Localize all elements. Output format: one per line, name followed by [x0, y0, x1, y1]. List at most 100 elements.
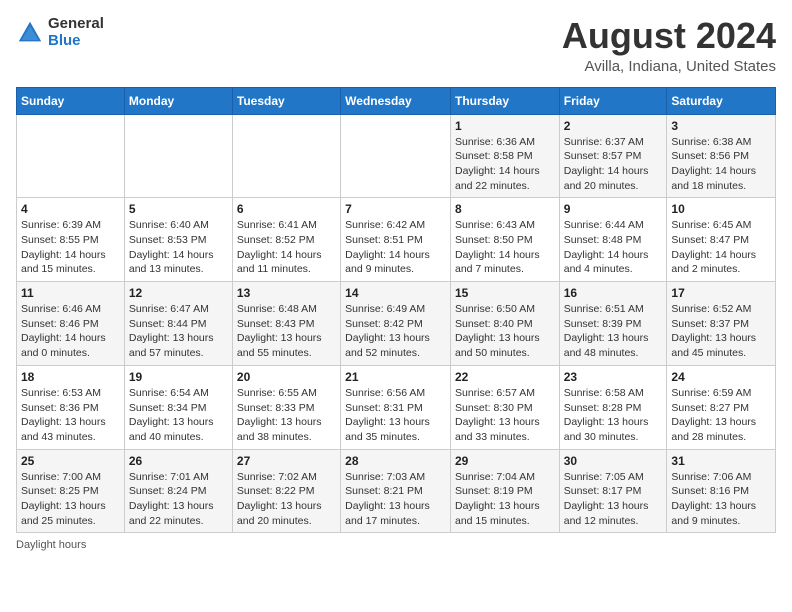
- day-cell: 26Sunrise: 7:01 AMSunset: 8:24 PMDayligh…: [124, 449, 232, 533]
- day-cell: 14Sunrise: 6:49 AMSunset: 8:42 PMDayligh…: [341, 282, 451, 366]
- day-info: Sunrise: 6:57 AMSunset: 8:30 PMDaylight:…: [455, 386, 555, 445]
- day-info: Sunrise: 6:54 AMSunset: 8:34 PMDaylight:…: [129, 386, 228, 445]
- day-cell: 16 Sunrise: 6:51 AMSunset: 8:39 PMDayligh…: [559, 282, 667, 366]
- footer: Daylight hours: [16, 539, 776, 551]
- day-info: Sunrise: 6:36 AMSunset: 8:58 PMDaylight:…: [455, 135, 555, 194]
- day-cell: 5Sunrise: 6:40 AMSunset: 8:53 PMDaylight…: [124, 198, 232, 282]
- day-info: Sunrise: 7:04 AMSunset: 8:19 PMDaylight:…: [455, 470, 555, 529]
- day-number: 23: [564, 370, 663, 384]
- title-block: August 2024 Avilla, Indiana, United Stat…: [562, 16, 776, 75]
- day-cell: [124, 114, 232, 198]
- header-wednesday: Wednesday: [341, 87, 451, 114]
- day-cell: 31 Sunrise: 7:06 AMSunset: 8:16 PMDayligh…: [667, 449, 776, 533]
- header-saturday: Saturday: [667, 87, 776, 114]
- day-number: 26: [129, 454, 228, 468]
- day-number: 4: [21, 202, 120, 216]
- main-title: August 2024: [562, 16, 776, 56]
- day-number: 9: [564, 202, 663, 216]
- day-info: Sunrise: 6:43 AMSunset: 8:50 PMDaylight:…: [455, 218, 555, 277]
- day-cell: 29Sunrise: 7:04 AMSunset: 8:19 PMDayligh…: [450, 449, 559, 533]
- day-number: 8: [455, 202, 555, 216]
- day-number: 21: [345, 370, 446, 384]
- day-info: Sunrise: 6:58 AMSunset: 8:28 PMDaylight:…: [564, 386, 663, 445]
- day-cell: 19 Sunrise: 6:54 AMSunset: 8:34 PMDayligh…: [124, 365, 232, 449]
- day-cell: 18Sunrise: 6:53 AMSunset: 8:36 PMDayligh…: [17, 365, 125, 449]
- header-monday: Monday: [124, 87, 232, 114]
- day-number: 7: [345, 202, 446, 216]
- logo: General Blue: [16, 16, 104, 49]
- calendar-header-row: SundayMondayTuesdayWednesdayThursdayFrid…: [17, 87, 776, 114]
- logo-blue: Blue: [48, 33, 104, 50]
- day-cell: 24 Sunrise: 6:59 AMSunset: 8:27 PMDayligh…: [667, 365, 776, 449]
- day-number: 3: [671, 119, 771, 133]
- day-info: Sunrise: 7:05 AMSunset: 8:17 PMDaylight:…: [564, 470, 663, 529]
- day-number: 17: [671, 286, 771, 300]
- day-info: Sunrise: 6:37 AMSunset: 8:57 PMDaylight:…: [564, 135, 663, 194]
- calendar-table: SundayMondayTuesdayWednesdayThursdayFrid…: [16, 87, 776, 534]
- day-cell: 10 Sunrise: 6:45 AMSunset: 8:47 PMDayligh…: [667, 198, 776, 282]
- day-info: Sunrise: 6:59 AMSunset: 8:27 PMDaylight:…: [671, 386, 771, 445]
- day-cell: 11Sunrise: 6:46 AMSunset: 8:46 PMDayligh…: [17, 282, 125, 366]
- day-info: Sunrise: 6:38 AMSunset: 8:56 PMDaylight:…: [671, 135, 771, 194]
- week-row-3: 11Sunrise: 6:46 AMSunset: 8:46 PMDayligh…: [17, 282, 776, 366]
- day-cell: 23 Sunrise: 6:58 AMSunset: 8:28 PMDayligh…: [559, 365, 667, 449]
- header-thursday: Thursday: [450, 87, 559, 114]
- day-info: Sunrise: 6:48 AMSunset: 8:43 PMDaylight:…: [237, 302, 336, 361]
- day-cell: 30 Sunrise: 7:05 AMSunset: 8:17 PMDayligh…: [559, 449, 667, 533]
- day-number: 1: [455, 119, 555, 133]
- week-row-5: 25 Sunrise: 7:00 AMSunset: 8:25 PMDayligh…: [17, 449, 776, 533]
- day-cell: 3 Sunrise: 6:38 AMSunset: 8:56 PMDaylight…: [667, 114, 776, 198]
- header-friday: Friday: [559, 87, 667, 114]
- header-tuesday: Tuesday: [232, 87, 340, 114]
- day-number: 28: [345, 454, 446, 468]
- day-cell: 20Sunrise: 6:55 AMSunset: 8:33 PMDayligh…: [232, 365, 340, 449]
- day-cell: 15Sunrise: 6:50 AMSunset: 8:40 PMDayligh…: [450, 282, 559, 366]
- day-cell: 7 Sunrise: 6:42 AMSunset: 8:51 PMDaylight…: [341, 198, 451, 282]
- day-cell: [17, 114, 125, 198]
- day-cell: 2Sunrise: 6:37 AMSunset: 8:57 PMDaylight…: [559, 114, 667, 198]
- day-info: Sunrise: 6:49 AMSunset: 8:42 PMDaylight:…: [345, 302, 446, 361]
- day-number: 25: [21, 454, 120, 468]
- day-info: Sunrise: 6:50 AMSunset: 8:40 PMDaylight:…: [455, 302, 555, 361]
- day-cell: 1 Sunrise: 6:36 AMSunset: 8:58 PMDaylight…: [450, 114, 559, 198]
- page-header: General Blue August 2024 Avilla, Indiana…: [16, 16, 776, 75]
- day-info: Sunrise: 6:45 AMSunset: 8:47 PMDaylight:…: [671, 218, 771, 277]
- day-number: 27: [237, 454, 336, 468]
- logo-icon: [16, 19, 44, 47]
- day-cell: 12 Sunrise: 6:47 AMSunset: 8:44 PMDayligh…: [124, 282, 232, 366]
- day-number: 12: [129, 286, 228, 300]
- day-info: Sunrise: 6:51 AMSunset: 8:39 PMDaylight:…: [564, 302, 663, 361]
- day-cell: 8 Sunrise: 6:43 AMSunset: 8:50 PMDaylight…: [450, 198, 559, 282]
- day-number: 20: [237, 370, 336, 384]
- day-info: Sunrise: 7:02 AMSunset: 8:22 PMDaylight:…: [237, 470, 336, 529]
- week-row-4: 18Sunrise: 6:53 AMSunset: 8:36 PMDayligh…: [17, 365, 776, 449]
- day-info: Sunrise: 7:00 AMSunset: 8:25 PMDaylight:…: [21, 470, 120, 529]
- day-info: Sunrise: 6:53 AMSunset: 8:36 PMDaylight:…: [21, 386, 120, 445]
- day-cell: 9Sunrise: 6:44 AMSunset: 8:48 PMDaylight…: [559, 198, 667, 282]
- day-number: 30: [564, 454, 663, 468]
- day-number: 22: [455, 370, 555, 384]
- day-cell: [232, 114, 340, 198]
- logo-general: General: [48, 16, 104, 33]
- day-cell: 17 Sunrise: 6:52 AMSunset: 8:37 PMDayligh…: [667, 282, 776, 366]
- day-info: Sunrise: 6:56 AMSunset: 8:31 PMDaylight:…: [345, 386, 446, 445]
- day-cell: [341, 114, 451, 198]
- day-number: 31: [671, 454, 771, 468]
- day-cell: 13Sunrise: 6:48 AMSunset: 8:43 PMDayligh…: [232, 282, 340, 366]
- day-info: Sunrise: 6:41 AMSunset: 8:52 PMDaylight:…: [237, 218, 336, 277]
- day-number: 19: [129, 370, 228, 384]
- header-sunday: Sunday: [17, 87, 125, 114]
- day-info: Sunrise: 6:42 AMSunset: 8:51 PMDaylight:…: [345, 218, 446, 277]
- day-info: Sunrise: 6:47 AMSunset: 8:44 PMDaylight:…: [129, 302, 228, 361]
- subtitle: Avilla, Indiana, United States: [562, 58, 776, 75]
- day-number: 16: [564, 286, 663, 300]
- day-info: Sunrise: 6:40 AMSunset: 8:53 PMDaylight:…: [129, 218, 228, 277]
- day-number: 10: [671, 202, 771, 216]
- day-info: Sunrise: 6:52 AMSunset: 8:37 PMDaylight:…: [671, 302, 771, 361]
- day-cell: 27 Sunrise: 7:02 AMSunset: 8:22 PMDayligh…: [232, 449, 340, 533]
- day-cell: 6 Sunrise: 6:41 AMSunset: 8:52 PMDaylight…: [232, 198, 340, 282]
- day-number: 24: [671, 370, 771, 384]
- week-row-1: 1 Sunrise: 6:36 AMSunset: 8:58 PMDaylight…: [17, 114, 776, 198]
- day-info: Sunrise: 7:06 AMSunset: 8:16 PMDaylight:…: [671, 470, 771, 529]
- day-number: 6: [237, 202, 336, 216]
